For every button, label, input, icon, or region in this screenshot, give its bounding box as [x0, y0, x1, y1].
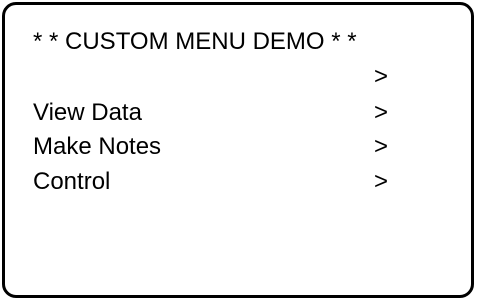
- display-screen: * * CUSTOM MENU DEMO * * > View Data > M…: [2, 2, 474, 298]
- menu-item-label: Control: [33, 168, 111, 195]
- chevron-right-icon: >: [374, 168, 389, 195]
- menu-item-control[interactable]: Control >: [33, 165, 433, 199]
- menu-title: * * CUSTOM MENU DEMO * *: [33, 28, 357, 55]
- chevron-right-icon: >: [374, 133, 389, 160]
- menu-item-label: View Data: [33, 99, 142, 126]
- chevron-right-icon: >: [374, 99, 389, 126]
- menu-item-view-data[interactable]: View Data >: [33, 96, 433, 130]
- menu-item-make-notes[interactable]: Make Notes >: [33, 130, 433, 164]
- menu-item-blank[interactable]: >: [33, 60, 433, 94]
- menu-item-label: Make Notes: [33, 133, 162, 160]
- chevron-right-icon: >: [374, 63, 389, 90]
